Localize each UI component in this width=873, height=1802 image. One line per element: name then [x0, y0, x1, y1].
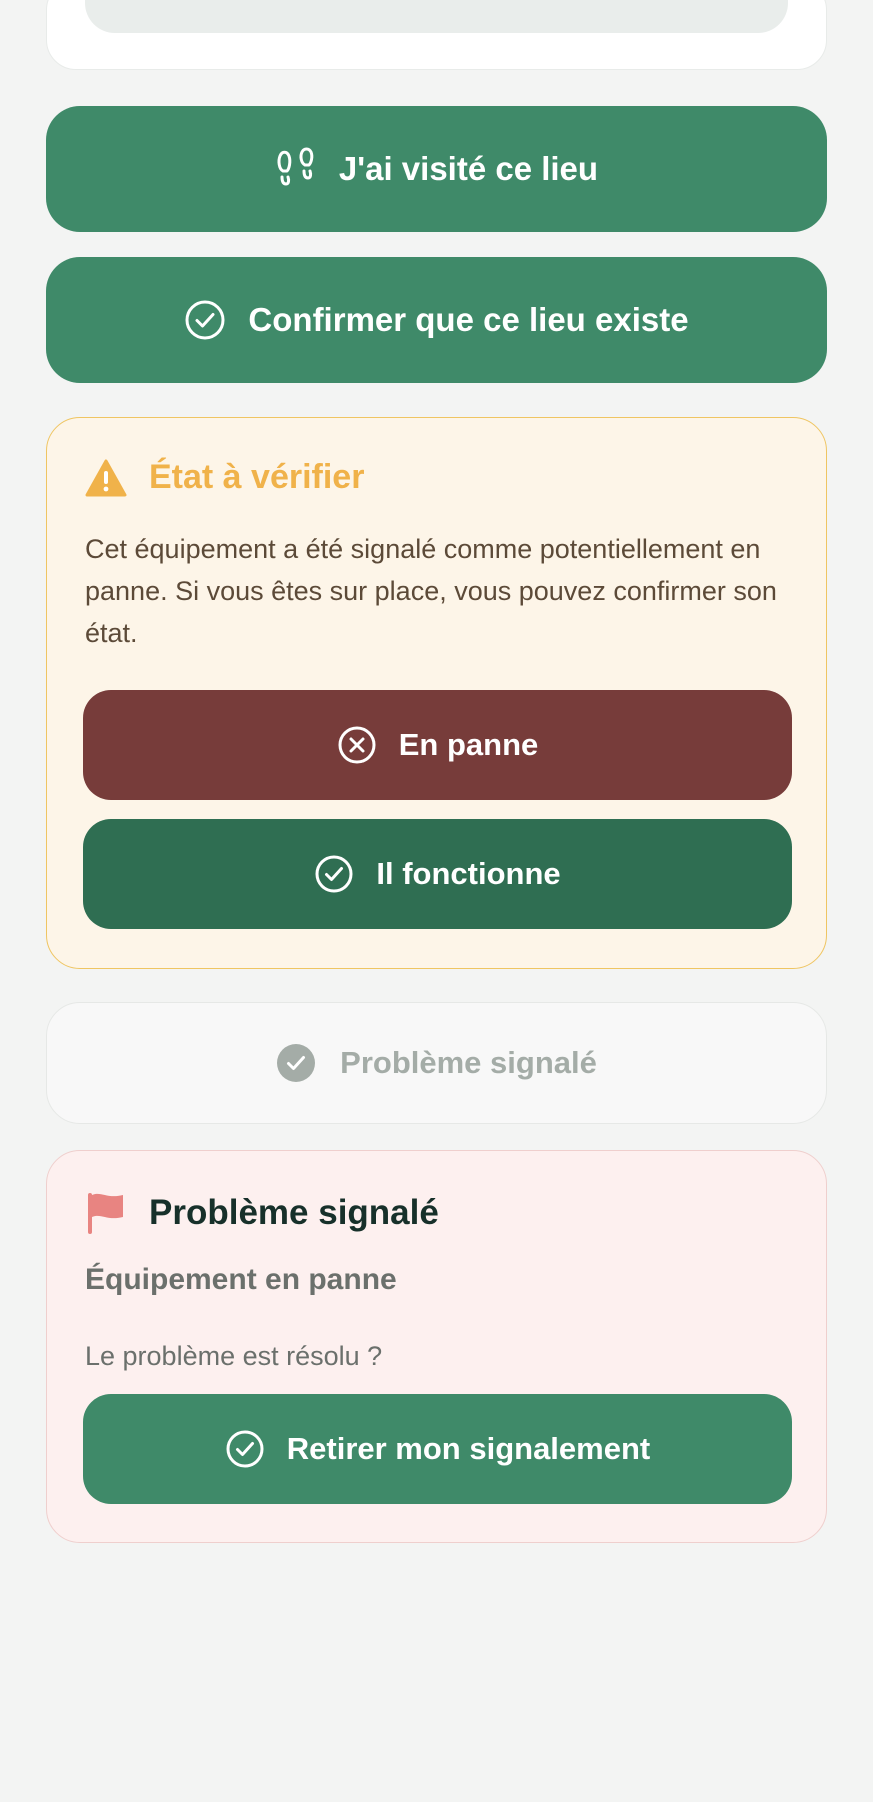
status-check-description: Cet équipement a été signalé comme poten…: [85, 534, 777, 648]
check-circle-icon: [314, 854, 354, 894]
reported-problem-title: Problème signalé: [149, 1193, 439, 1232]
status-check-title: État à vérifier: [149, 458, 365, 496]
withdraw-report-label: Retirer mon signalement: [286, 1431, 651, 1466]
resolved-question: Le problème est résolu ?: [85, 1341, 383, 1371]
visited-label: J'ai visité ce lieu: [338, 150, 599, 187]
status-check-card: État à vérifier Cet équipement a été sig…: [46, 417, 827, 969]
warning-triangle-icon: [85, 459, 127, 497]
reported-problem-header: Problème signalé: [85, 1191, 439, 1235]
problem-reported-status: Problème signalé: [46, 1002, 827, 1124]
check-circle-icon: [184, 299, 226, 341]
broken-button[interactable]: En panne: [83, 690, 792, 800]
footprints-icon: [275, 147, 317, 191]
status-check-header: État à vérifier: [85, 458, 364, 497]
page: J'ai visité ce lieu Confirmer que ce lie…: [0, 0, 873, 1802]
confirm-exists-label: Confirmer que ce lieu existe: [248, 301, 689, 338]
working-button[interactable]: Il fonctionne: [83, 819, 792, 929]
flag-icon: [85, 1191, 125, 1235]
withdraw-report-button[interactable]: Retirer mon signalement: [83, 1394, 792, 1504]
previous-card-field: [85, 0, 788, 33]
problem-reported-label: Problème signalé: [340, 1045, 597, 1080]
working-label: Il fonctionne: [376, 856, 561, 891]
reported-problem-type: Équipement en panne: [85, 1263, 397, 1296]
reported-problem-card: Problème signalé Équipement en panne Le …: [46, 1150, 827, 1543]
confirm-exists-button[interactable]: Confirmer que ce lieu existe: [46, 257, 827, 383]
visited-button[interactable]: J'ai visité ce lieu: [46, 106, 827, 232]
x-circle-icon: [337, 725, 377, 765]
previous-card: [46, 0, 827, 70]
check-circle-filled-icon: [276, 1043, 316, 1083]
broken-label: En panne: [398, 727, 539, 762]
check-circle-icon: [225, 1429, 265, 1469]
